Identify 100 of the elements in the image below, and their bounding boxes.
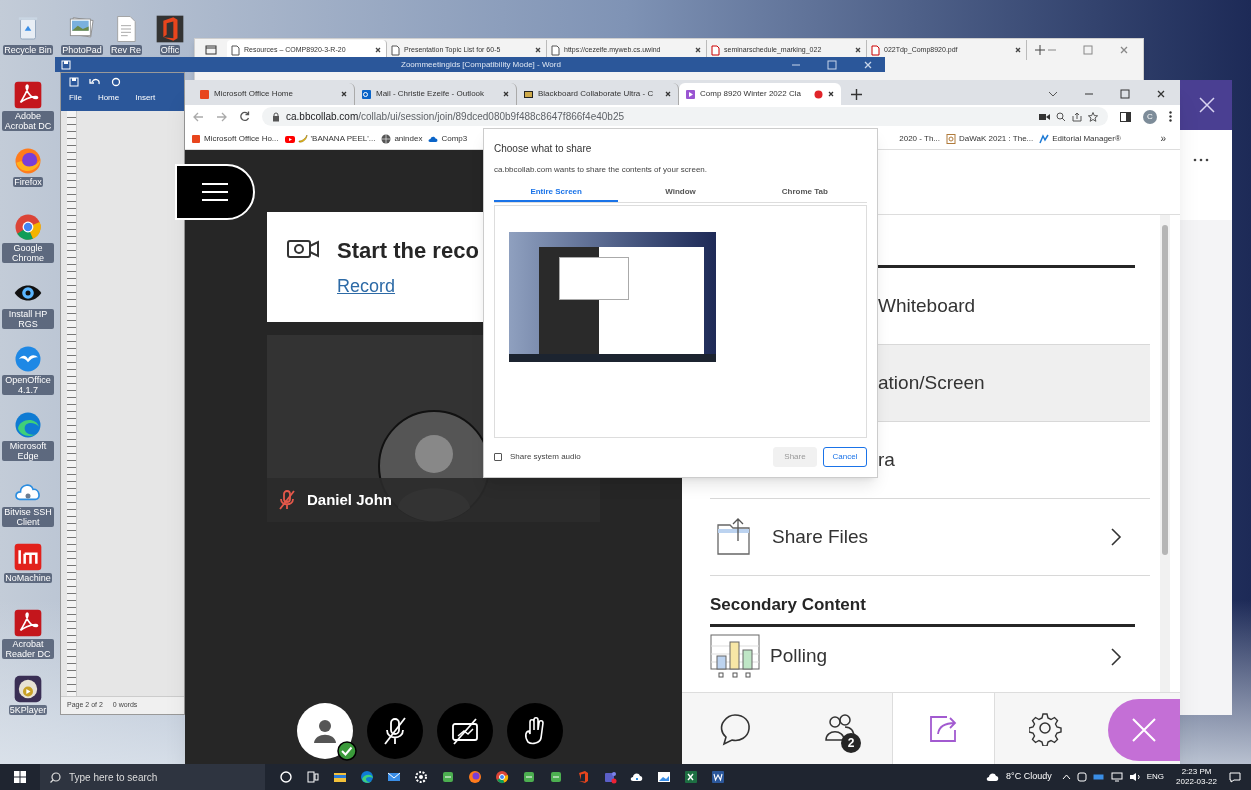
search-field[interactable]: Type here to search [40, 764, 265, 790]
close-icon[interactable] [694, 46, 702, 54]
browser-tab[interactable]: Comp 8920 Winter 2022 Cla [679, 83, 841, 105]
bookmark-icon [191, 133, 201, 144]
dialog-tab[interactable]: Window [618, 186, 743, 202]
close-icon[interactable] [827, 90, 835, 98]
network-icon[interactable] [1110, 772, 1123, 782]
page-favicon-icon [685, 88, 696, 100]
seagull-icon[interactable] [13, 344, 43, 374]
word-processor-icon[interactable] [711, 770, 725, 784]
bookmark-star-icon[interactable] [1088, 111, 1098, 122]
bookmark[interactable]: anindex [381, 132, 423, 145]
camera-button[interactable] [437, 703, 493, 759]
bookmark[interactable]: Microsoft Office Ho... [191, 132, 279, 145]
picture-icon[interactable] [657, 770, 671, 784]
ribbon-tab[interactable]: Insert [135, 92, 156, 104]
record-link[interactable]: Record [337, 273, 396, 300]
share-option[interactable]: Polling [710, 626, 1150, 687]
task-view-icon[interactable] [306, 770, 320, 784]
close-icon[interactable] [502, 90, 510, 98]
ribbon-tab[interactable]: Home [97, 92, 120, 104]
teams-icon[interactable] [603, 770, 617, 784]
browser-globe-icon[interactable] [468, 770, 482, 784]
address-bar[interactable]: ca.bbcollab.com/collab/ui/session/join/89dced080b9f488c8647f866f4e40b25 [262, 107, 1108, 126]
language-indicator[interactable]: ENG [1146, 771, 1165, 783]
tray-app-icon[interactable] [1076, 772, 1087, 782]
close-icon[interactable] [1014, 46, 1022, 54]
icon-label: 5KPlayer [8, 705, 48, 715]
cortana-icon[interactable] [279, 770, 293, 784]
tab-search-icon[interactable] [1048, 91, 1058, 97]
icon-label: Offic [159, 45, 181, 55]
clock-time[interactable]: 2:23 PM [1181, 767, 1212, 777]
app-icon[interactable] [441, 770, 455, 784]
office-app-icon[interactable] [576, 770, 590, 784]
checkbox[interactable] [494, 453, 502, 461]
settings-icon[interactable] [414, 770, 428, 784]
dialog-button[interactable]: Cancel [823, 447, 867, 467]
window-title: Zoommeetingids [Compatibility Mode] - Word [401, 58, 561, 71]
microphone-button[interactable] [367, 703, 423, 759]
screen-thumbnail[interactable] [509, 232, 716, 362]
new-tab-icon[interactable] [1035, 45, 1045, 55]
menu-button[interactable] [175, 164, 255, 220]
bookmark[interactable]: DaWaK 2021 : The... [946, 132, 1034, 145]
more-icon[interactable] [1193, 158, 1209, 162]
bookmark-icon [946, 133, 956, 144]
redo-icon[interactable] [111, 77, 121, 87]
close-icon[interactable] [854, 46, 862, 54]
dialog-tab[interactable]: Chrome Tab [742, 186, 867, 202]
scrollbar[interactable] [1160, 215, 1170, 692]
zoom-icon[interactable] [1056, 111, 1066, 122]
share-icon[interactable] [1072, 111, 1082, 122]
checkbox-label: Share system audio [510, 451, 581, 463]
save-icon[interactable] [61, 59, 71, 70]
bookmark[interactable]: 2020 - Th... [899, 132, 940, 145]
page-favicon-icon [361, 88, 372, 100]
save-icon[interactable] [69, 77, 79, 87]
maximize-icon[interactable] [1120, 89, 1130, 99]
more-bookmarks-button[interactable]: » [1160, 131, 1166, 146]
cloud-icon[interactable] [630, 770, 644, 784]
start-icon[interactable] [14, 771, 26, 783]
folder-upload-icon [716, 517, 752, 557]
close-icon[interactable] [664, 90, 672, 98]
bookmark[interactable]: Editorial Manager® [1039, 132, 1121, 145]
app-icon[interactable] [549, 770, 563, 784]
banana-icon [297, 133, 308, 144]
more-icon[interactable] [1169, 111, 1172, 122]
close-icon[interactable] [534, 46, 542, 54]
camera-icon[interactable] [1039, 112, 1050, 121]
bookmark[interactable]: Comp3 [428, 132, 468, 145]
wave-app-icon[interactable] [360, 770, 374, 784]
leave-session-button[interactable] [1108, 699, 1180, 761]
page-icon [711, 44, 720, 56]
notifications-icon[interactable] [1229, 771, 1241, 783]
section-heading: Secondary Content [710, 594, 867, 616]
close-icon[interactable] [340, 90, 348, 98]
undo-icon[interactable] [89, 77, 101, 87]
volume-icon[interactable] [1128, 772, 1141, 782]
icon-label: Install HP RGS [2, 309, 54, 329]
browser-tab[interactable]: Mail - Christie Ezeife - Outlook [355, 83, 517, 105]
folder-icon[interactable] [333, 770, 347, 784]
share-content-button[interactable] [892, 693, 995, 764]
browser-tab[interactable]: Microsoft Office Home [193, 83, 355, 105]
new-tab-icon[interactable] [851, 89, 862, 100]
close-icon[interactable] [374, 46, 382, 54]
side-panel-icon[interactable] [1120, 111, 1131, 122]
clock-date[interactable]: 2022-03-22 [1176, 777, 1217, 787]
mail-icon[interactable] [387, 770, 401, 784]
bookmark[interactable]: 'BANANA PEEL'... [284, 132, 376, 145]
dialog-tab[interactable]: Entire Screen [494, 186, 619, 202]
app-icon[interactable] [522, 770, 536, 784]
raise-hand-button[interactable] [507, 703, 563, 759]
browser-globe-icon[interactable] [13, 146, 43, 176]
tab-actions-icon[interactable] [205, 45, 217, 55]
close-icon [1131, 717, 1157, 743]
ribbon-tab[interactable]: File [69, 92, 82, 104]
close-icon[interactable] [1156, 89, 1166, 99]
reload-icon[interactable] [239, 111, 250, 122]
browser-wheel-icon[interactable] [495, 770, 509, 784]
chevron-up-icon[interactable] [1061, 774, 1071, 780]
spreadsheet-app-icon[interactable] [684, 770, 698, 784]
